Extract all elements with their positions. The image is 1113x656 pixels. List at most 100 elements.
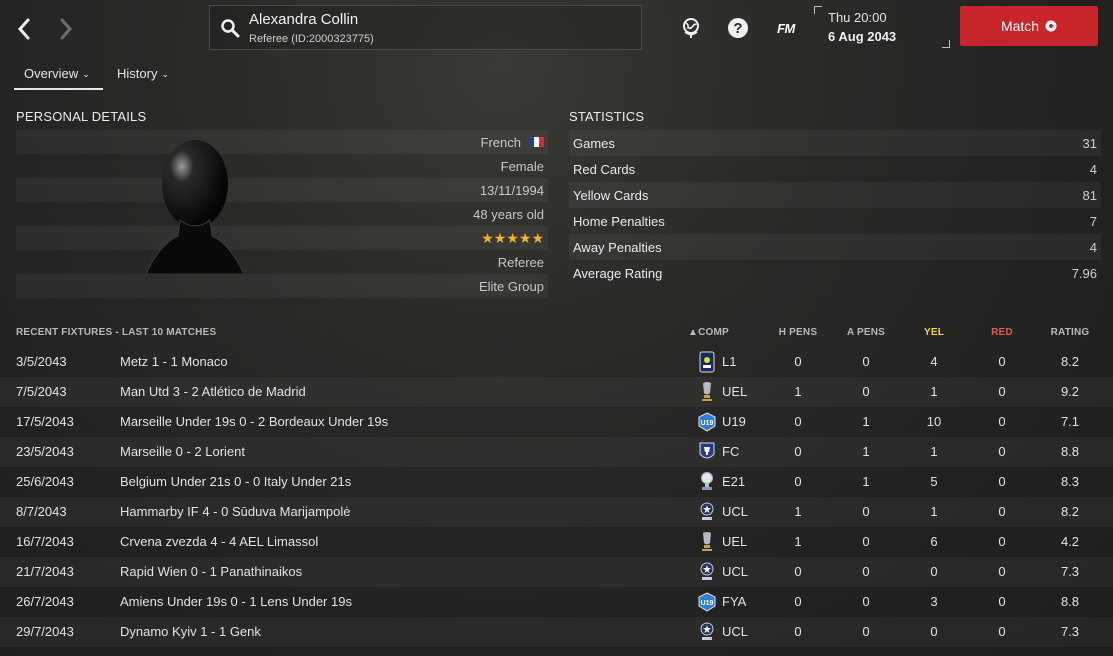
fixture-date: 23/5/2043 (16, 444, 74, 459)
away-penalties: 1 (862, 444, 870, 459)
person-silhouette-icon (145, 140, 245, 274)
yellow-cards: 1 (930, 504, 938, 519)
fixture-row[interactable]: 23/5/2043 Marseille 0 - 2 Lorient FC 0 1 1 0 8.… (0, 437, 1113, 467)
fixture-row[interactable]: 25/6/2043 Belgium Under 21s 0 - 0 Italy U… (0, 467, 1113, 497)
champions-league-icon (697, 501, 717, 523)
euro-u21-icon (697, 471, 717, 493)
fixtures-title: RECENT FIXTURES - LAST 10 MATCHES (16, 327, 217, 338)
home-penalties: 0 (794, 474, 802, 489)
date-time-display[interactable]: Thu 20:00 6 Aug 2043 (814, 6, 950, 48)
search-box[interactable]: Alexandra Collin Referee (ID:2000323775) (209, 5, 642, 50)
rating-header[interactable]: RATING (1040, 327, 1100, 338)
home-penalties: 0 (794, 444, 802, 459)
tab-label: History (117, 66, 158, 81)
forward-button[interactable] (54, 14, 78, 44)
champions-league-icon (697, 621, 717, 643)
competition-name: UCL (722, 564, 749, 579)
fixture-row[interactable]: 8/7/2043 Hammarby IF 4 - 0 Sūduva Marijam… (0, 497, 1113, 527)
a-pens-header[interactable]: A PENS (846, 327, 886, 338)
fixture-row[interactable]: 21/7/2043 Rapid Wien 0 - 1 Panathinaikos U… (0, 557, 1113, 587)
red-cards: 0 (998, 384, 1006, 399)
match-rating: 7.3 (1060, 564, 1080, 579)
group-row: Elite Group (16, 274, 548, 298)
match-rating: 8.3 (1060, 474, 1080, 489)
fixture-match-link[interactable]: Crvena zvezda 4 - 4 AEL Limassol (120, 534, 318, 549)
red-cards: 0 (998, 504, 1006, 519)
tab-label: Overview (24, 66, 79, 81)
sort-comp-header[interactable]: ▲COMP (688, 327, 729, 338)
stat-value: 4 (1089, 239, 1097, 255)
fixture-row[interactable]: 3/5/2043 Metz 1 - 1 Monaco L1 0 0 4 0 8.2 (0, 347, 1113, 377)
fixture-date: 8/7/2043 (16, 504, 67, 519)
svg-text:U19: U19 (701, 600, 714, 607)
away-penalties: 1 (862, 414, 870, 429)
tab-history[interactable]: History ⌄ (117, 66, 169, 81)
match-button[interactable]: Match (960, 6, 1098, 46)
world-button[interactable] (680, 16, 702, 40)
match-rating: 8.2 (1060, 504, 1080, 519)
fixture-match-link[interactable]: Amiens Under 19s 0 - 1 Lens Under 19s (120, 594, 352, 609)
competition-name: UEL (722, 534, 748, 549)
yellow-cards: 0 (930, 564, 938, 579)
fixture-row[interactable]: 16/7/2043 Crvena zvezda 4 - 4 AEL Limasso… (0, 527, 1113, 557)
person-name: Alexandra Collin (249, 11, 359, 28)
globe-icon (683, 18, 699, 38)
match-rating: 4.2 (1060, 534, 1080, 549)
competition-name: UCL (722, 504, 749, 519)
red-cards: 0 (998, 414, 1006, 429)
fixture-match-link[interactable]: Man Utd 3 - 2 Atlético de Madrid (120, 384, 306, 399)
svg-text:?: ? (733, 20, 742, 37)
sort-asc-icon: ▲ (688, 327, 699, 338)
back-button[interactable] (12, 14, 36, 44)
stat-row: Red Cards 4 (569, 156, 1101, 182)
ligue1-icon (697, 351, 717, 373)
corner-decoration (942, 40, 950, 48)
u19-icon: U19 (697, 591, 717, 613)
fixture-match-link[interactable]: Marseille 0 - 2 Lorient (120, 444, 245, 459)
home-penalties: 0 (794, 594, 802, 609)
fixture-match-link[interactable]: Hammarby IF 4 - 0 Sūduva Marijampolė (120, 504, 350, 519)
fixture-date: 7/5/2043 (16, 384, 67, 399)
home-penalties: 0 (794, 414, 802, 429)
competition-name: L1 (722, 354, 737, 369)
fixture-date: 29/7/2043 (16, 624, 74, 639)
red-header[interactable]: RED (982, 327, 1022, 338)
date-of-birth: 13/11/1994 (479, 182, 544, 198)
fixture-row[interactable]: U19 26/7/2043 Amiens Under 19s 0 - 1 Lens … (0, 587, 1113, 617)
yellow-cards: 6 (930, 534, 938, 549)
gender: Female (500, 158, 544, 174)
gender-row: Female (16, 154, 548, 178)
yellow-header[interactable]: YEL (914, 327, 954, 338)
french-cup-icon (697, 441, 717, 463)
fm-menu-button[interactable]: FM (773, 16, 799, 40)
red-cards: 0 (998, 534, 1006, 549)
fixture-date: 21/7/2043 (16, 564, 74, 579)
fixture-row[interactable]: 29/7/2043 Dynamo Kyiv 1 - 1 Genk UCL 0 0 0 0 7.… (0, 617, 1113, 647)
stat-row: Average Rating 7.96 (569, 260, 1101, 286)
fixture-row[interactable]: 7/5/2043 Man Utd 3 - 2 Atlético de Madrid… (0, 377, 1113, 407)
match-rating: 7.1 (1060, 414, 1080, 429)
h-pens-header[interactable]: H PENS (778, 327, 818, 338)
fixture-row[interactable]: U19 17/5/2043 Marseille Under 19s 0 - 2 Bo… (0, 407, 1113, 437)
fixture-match-link[interactable]: Marseille Under 19s 0 - 2 Bordeaux Under… (120, 414, 388, 429)
fixture-date: 25/6/2043 (16, 474, 74, 489)
europa-league-icon (697, 381, 717, 403)
stat-row: Yellow Cards 81 (569, 182, 1101, 208)
fixture-match-link[interactable]: Belgium Under 21s 0 - 0 Italy Under 21s (120, 474, 351, 489)
dob-row: 13/11/1994 (16, 178, 548, 202)
fixture-match-link[interactable]: Rapid Wien 0 - 1 Panathinaikos (120, 564, 302, 579)
fixture-match-link[interactable]: Dynamo Kyiv 1 - 1 Genk (120, 624, 261, 639)
help-button[interactable]: ? (727, 16, 749, 40)
stat-value: 81 (1082, 187, 1097, 203)
stat-row: Home Penalties 7 (569, 208, 1101, 234)
fixture-date: 16/7/2043 (16, 534, 74, 549)
fixture-match-link[interactable]: Metz 1 - 1 Monaco (120, 354, 228, 369)
fixture-date: 3/5/2043 (16, 354, 67, 369)
active-tab-indicator (14, 88, 103, 90)
tab-overview[interactable]: Overview ⌄ (24, 66, 90, 81)
stat-value: 31 (1082, 135, 1097, 151)
competition-name: UCL (722, 624, 749, 639)
stat-label: Yellow Cards (573, 187, 649, 203)
stat-label: Home Penalties (573, 213, 665, 229)
competition-name: UEL (722, 384, 748, 399)
